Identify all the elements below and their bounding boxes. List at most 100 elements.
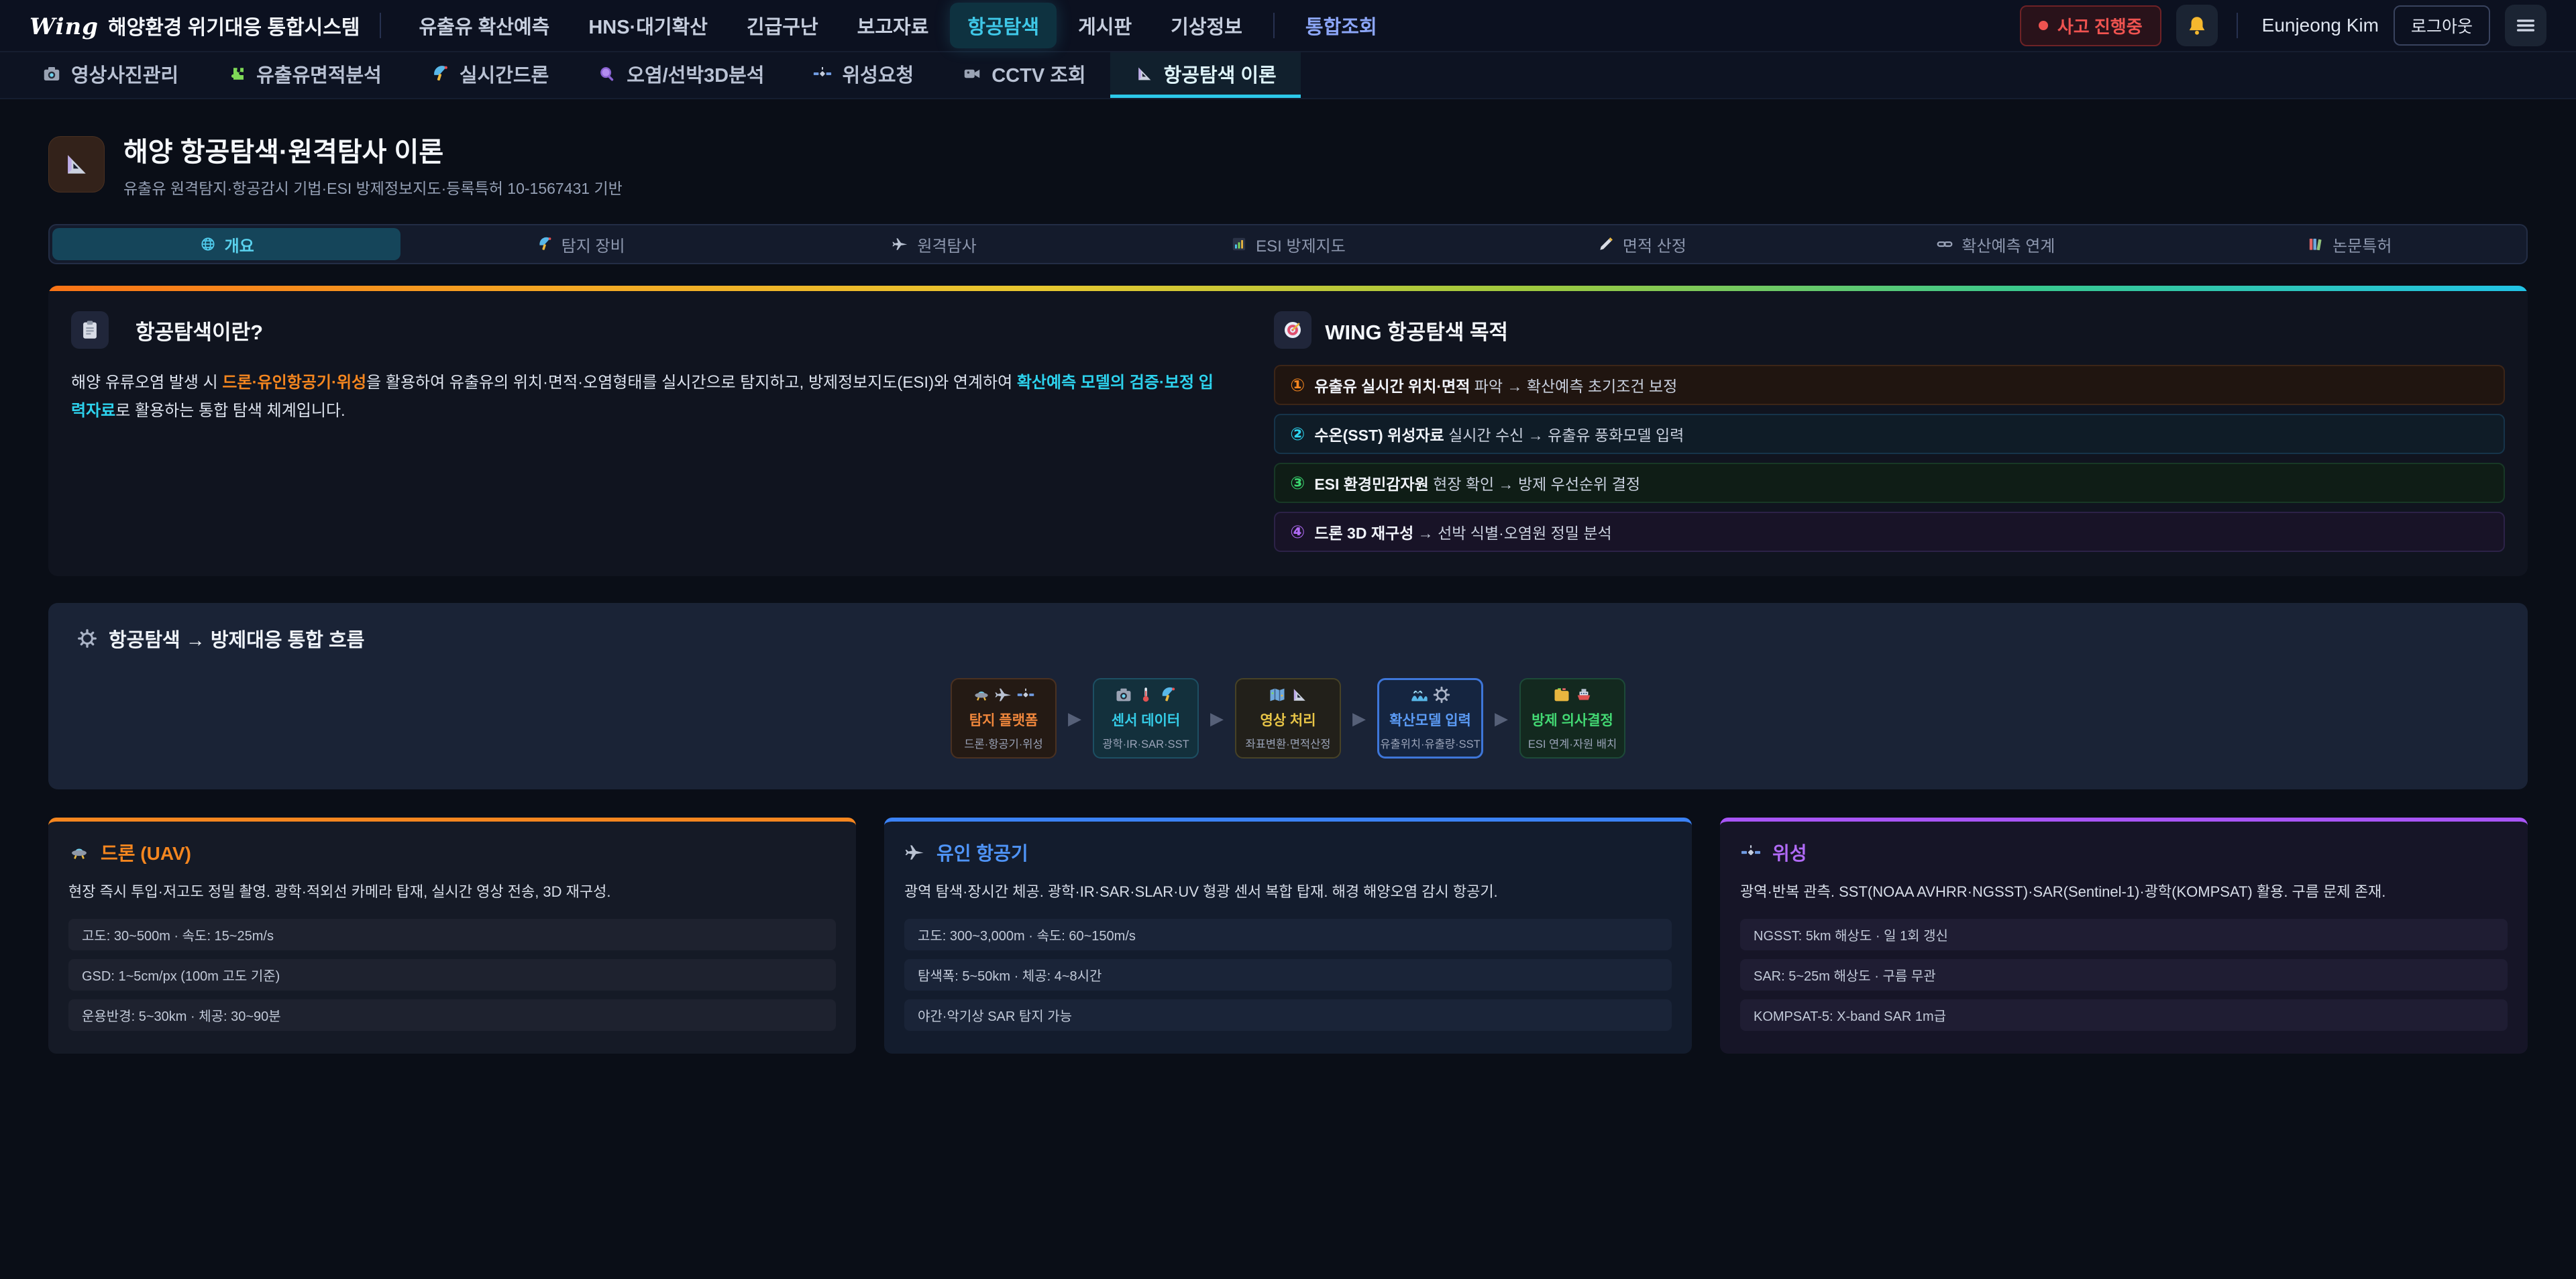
subnav-realtime-drone[interactable]: 실시간드론 xyxy=(406,52,573,98)
incident-status-label: 사고 진행중 xyxy=(2057,13,2143,38)
tab-label: 면적 산정 xyxy=(1623,233,1686,256)
tab-esi-map[interactable]: ESI 방제지도 xyxy=(1114,228,1462,260)
tab-label: ESI 방제지도 xyxy=(1256,233,1346,256)
arrow-right-icon: ▶ xyxy=(1495,708,1508,729)
satellite-dish-icon xyxy=(1159,685,1177,704)
menu-button[interactable] xyxy=(2505,5,2546,46)
tab-area-calculation[interactable]: 면적 산정 xyxy=(1468,228,1816,260)
tab-label: 확산예측 연계 xyxy=(1962,233,2055,256)
nav-reports[interactable]: 보고자료 xyxy=(840,3,947,48)
spec-row: 고도: 30~500m · 속도: 15~25m/s xyxy=(68,919,836,950)
purpose-item-4: ④ 드론 3D 재구성 → 선박 식별·오염원 정밀 분석 xyxy=(1274,512,2505,552)
spec-list: 고도: 300~3,000m · 속도: 60~150m/s 탐색폭: 5~50… xyxy=(904,919,1672,1031)
subnav-oil-area-analysis[interactable]: 유출유면적분석 xyxy=(203,52,406,98)
header-divider-2 xyxy=(2237,13,2238,38)
app-header: Wing 해양환경 위기대응 통합시스템 유출유 확산예측 HNS·대기확산 긴… xyxy=(0,0,2576,52)
nav-hns-dispersion[interactable]: HNS·대기확산 xyxy=(571,3,725,48)
item-rest: → 선박 식별·오염원 정밀 분석 xyxy=(1413,524,1611,542)
purpose-list: ① 유출유 실시간 위치·면적 파악 → 확산예측 초기조건 보정 ② 수온(S… xyxy=(1274,365,2505,552)
user-name: Eunjeong Kim xyxy=(2262,15,2379,36)
subnav-photo-management[interactable]: 영상사진관리 xyxy=(17,52,203,98)
subnav-pollution-3d-analysis[interactable]: 오염/선박3D분석 xyxy=(573,52,788,98)
nav-emergency-rescue[interactable]: 긴급구난 xyxy=(729,3,836,48)
notification-button[interactable] xyxy=(2176,5,2218,46)
tab-overview[interactable]: 개요 xyxy=(52,228,400,260)
purpose-item-1: ① 유출유 실시간 위치·면적 파악 → 확산예측 초기조건 보정 xyxy=(1274,365,2505,405)
flow-step-title: 영상 처리 xyxy=(1260,710,1316,730)
tab-remote-sensing[interactable]: 원격탐사 xyxy=(760,228,1108,260)
item-number: ④ xyxy=(1290,522,1305,543)
plane-icon xyxy=(904,842,926,863)
nav-board[interactable]: 게시판 xyxy=(1061,3,1149,48)
main-nav: 유출유 확산예측 HNS·대기확산 긴급구난 보고자료 항공탐색 게시판 기상정… xyxy=(401,3,1394,48)
tab-label: 탐지 장비 xyxy=(561,233,625,256)
flow-step-image-processing: 영상 처리 좌표변환·면적산정 xyxy=(1235,678,1341,759)
item-number: ① xyxy=(1290,375,1305,396)
flow-title: 항공탐색 → 방제대응 통합 흐름 xyxy=(109,624,364,653)
drone-card: 드론 (UAV) 현장 즉시 투입·저고도 정밀 촬영. 광학·적외선 카메라 … xyxy=(48,818,856,1054)
page-icon-box xyxy=(48,136,105,192)
page-title: 해양 항공탐색·원격탐사 이론 xyxy=(123,130,623,169)
nav-spill-forecast[interactable]: 유출유 확산예측 xyxy=(401,3,567,48)
satellite-dish-icon xyxy=(536,235,553,253)
puzzle-icon xyxy=(227,64,247,84)
tab-label: 논문특허 xyxy=(2332,233,2392,256)
wave-icon xyxy=(1410,685,1429,704)
books-icon xyxy=(2307,235,2324,253)
subnav-satellite-request[interactable]: 위성요청 xyxy=(788,52,938,98)
plane-icon xyxy=(892,235,909,253)
wing-purpose-card: WING 항공탐색 목적 ① 유출유 실시간 위치·면적 파악 → 확산예측 초… xyxy=(1274,311,2505,552)
map-icon xyxy=(1268,685,1287,704)
page-title-texts: 해양 항공탐색·원격탐사 이론 유출유 원격탐지·항공감시 기법·ESI 방제정… xyxy=(123,130,623,199)
tab-detection-equipment[interactable]: 탐지 장비 xyxy=(406,228,754,260)
nav-integrated-query[interactable]: 통합조회 xyxy=(1288,3,1395,48)
platform-title: 드론 (UAV) xyxy=(101,839,191,866)
spec-row: 고도: 300~3,000m · 속도: 60~150m/s xyxy=(904,919,1672,950)
spec-row: NGSST: 5km 해상도 · 일 1회 갱신 xyxy=(1740,919,2508,950)
flow-step-response-decision: 방제 의사결정 ESI 연계·자원 배치 xyxy=(1519,678,1625,759)
bell-icon xyxy=(2186,14,2208,37)
camera-icon xyxy=(42,64,62,84)
logout-button[interactable]: 로그아웃 xyxy=(2394,5,2490,46)
subnav-label: 항공탐색 이론 xyxy=(1164,60,1277,88)
item-bold: 드론 3D 재구성 xyxy=(1314,524,1413,542)
drone-icon xyxy=(972,685,991,704)
item-number: ② xyxy=(1290,424,1305,445)
spec-list: 고도: 30~500m · 속도: 15~25m/s GSD: 1~5cm/px… xyxy=(68,919,836,1031)
nav-weather[interactable]: 기상정보 xyxy=(1153,3,1260,48)
spec-row: 운용반경: 5~30km · 체공: 30~90분 xyxy=(68,999,836,1031)
item-rest: 실시간 수신 → 유출유 풍화모델 입력 xyxy=(1444,427,1684,444)
theory-tabbar: 개요 탐지 장비 원격탐사 ESI 방제지도 면적 산정 확산예측 연계 논문특… xyxy=(48,224,2528,264)
subnav-aerial-search-theory[interactable]: 항공탐색 이론 xyxy=(1110,52,1301,98)
flow-step-title: 센서 데이터 xyxy=(1112,710,1180,730)
nav-aerial-search[interactable]: 항공탐색 xyxy=(950,3,1057,48)
flow-step-sensor-data: 센서 데이터 광학·IR·SAR·SST xyxy=(1093,678,1199,759)
platform-cards: 드론 (UAV) 현장 즉시 투입·저고도 정밀 촬영. 광학·적외선 카메라 … xyxy=(48,818,2528,1054)
flow-step-dispersion-model-input: 확산모델 입력 유출위치·유출량·SST xyxy=(1377,678,1483,759)
page-subtitle: 유출유 원격탐지·항공감시 기법·ESI 방제정보지도·등록특허 10-1567… xyxy=(123,176,623,199)
main-content: 해양 항공탐색·원격탐사 이론 유출유 원격탐지·항공감시 기법·ESI 방제정… xyxy=(0,130,2576,1054)
spec-row: 야간·악기상 SAR 탐지 가능 xyxy=(904,999,1672,1031)
tab-forecast-link[interactable]: 확산예측 연계 xyxy=(1821,228,2169,260)
subnav-label: 오염/선박3D분석 xyxy=(627,60,764,88)
folder-icon xyxy=(1552,685,1571,704)
flow-step-title: 탐지 플랫폼 xyxy=(969,710,1038,730)
clipboard-icon-box xyxy=(71,311,109,349)
subnav-cctv[interactable]: CCTV 조회 xyxy=(938,52,1110,98)
satellite-icon xyxy=(1016,685,1035,704)
set-square-icon xyxy=(1290,685,1309,704)
flow-steps: 탐지 플랫폼 드론·항공기·위성 ▶ 센서 데이터 광학·IR·SAR·SST … xyxy=(76,678,2500,759)
purpose-item-2: ② 수온(SST) 위성자료 실시간 수신 → 유출유 풍화모델 입력 xyxy=(1274,414,2505,454)
item-bold: 유출유 실시간 위치·면적 xyxy=(1314,378,1470,395)
integrated-flow-section: 항공탐색 → 방제대응 통합 흐름 탐지 플랫폼 드론·항공기·위성 ▶ xyxy=(48,603,2528,789)
manned-aircraft-card: 유인 항공기 광역 탐색·장시간 체공. 광학·IR·SAR·SLAR·UV 형… xyxy=(884,818,1692,1054)
spec-list: NGSST: 5km 해상도 · 일 1회 갱신 SAR: 5~25m 해상도 … xyxy=(1740,919,2508,1031)
pencil-icon xyxy=(1597,235,1615,253)
spec-row: SAR: 5~25m 해상도 · 구름 무관 xyxy=(1740,959,2508,991)
platform-desc: 광역 탐색·장시간 체공. 광학·IR·SAR·SLAR·UV 형광 센서 복합… xyxy=(904,881,1672,903)
spec-row: 탐색폭: 5~50km · 체공: 4~8시간 xyxy=(904,959,1672,991)
drone-icon xyxy=(68,842,90,863)
what-title-text: 항공탐색이란? xyxy=(136,315,263,345)
item-rest: 파악 → 확산예측 초기조건 보정 xyxy=(1470,378,1677,395)
tab-papers-patents[interactable]: 논문특허 xyxy=(2176,228,2524,260)
